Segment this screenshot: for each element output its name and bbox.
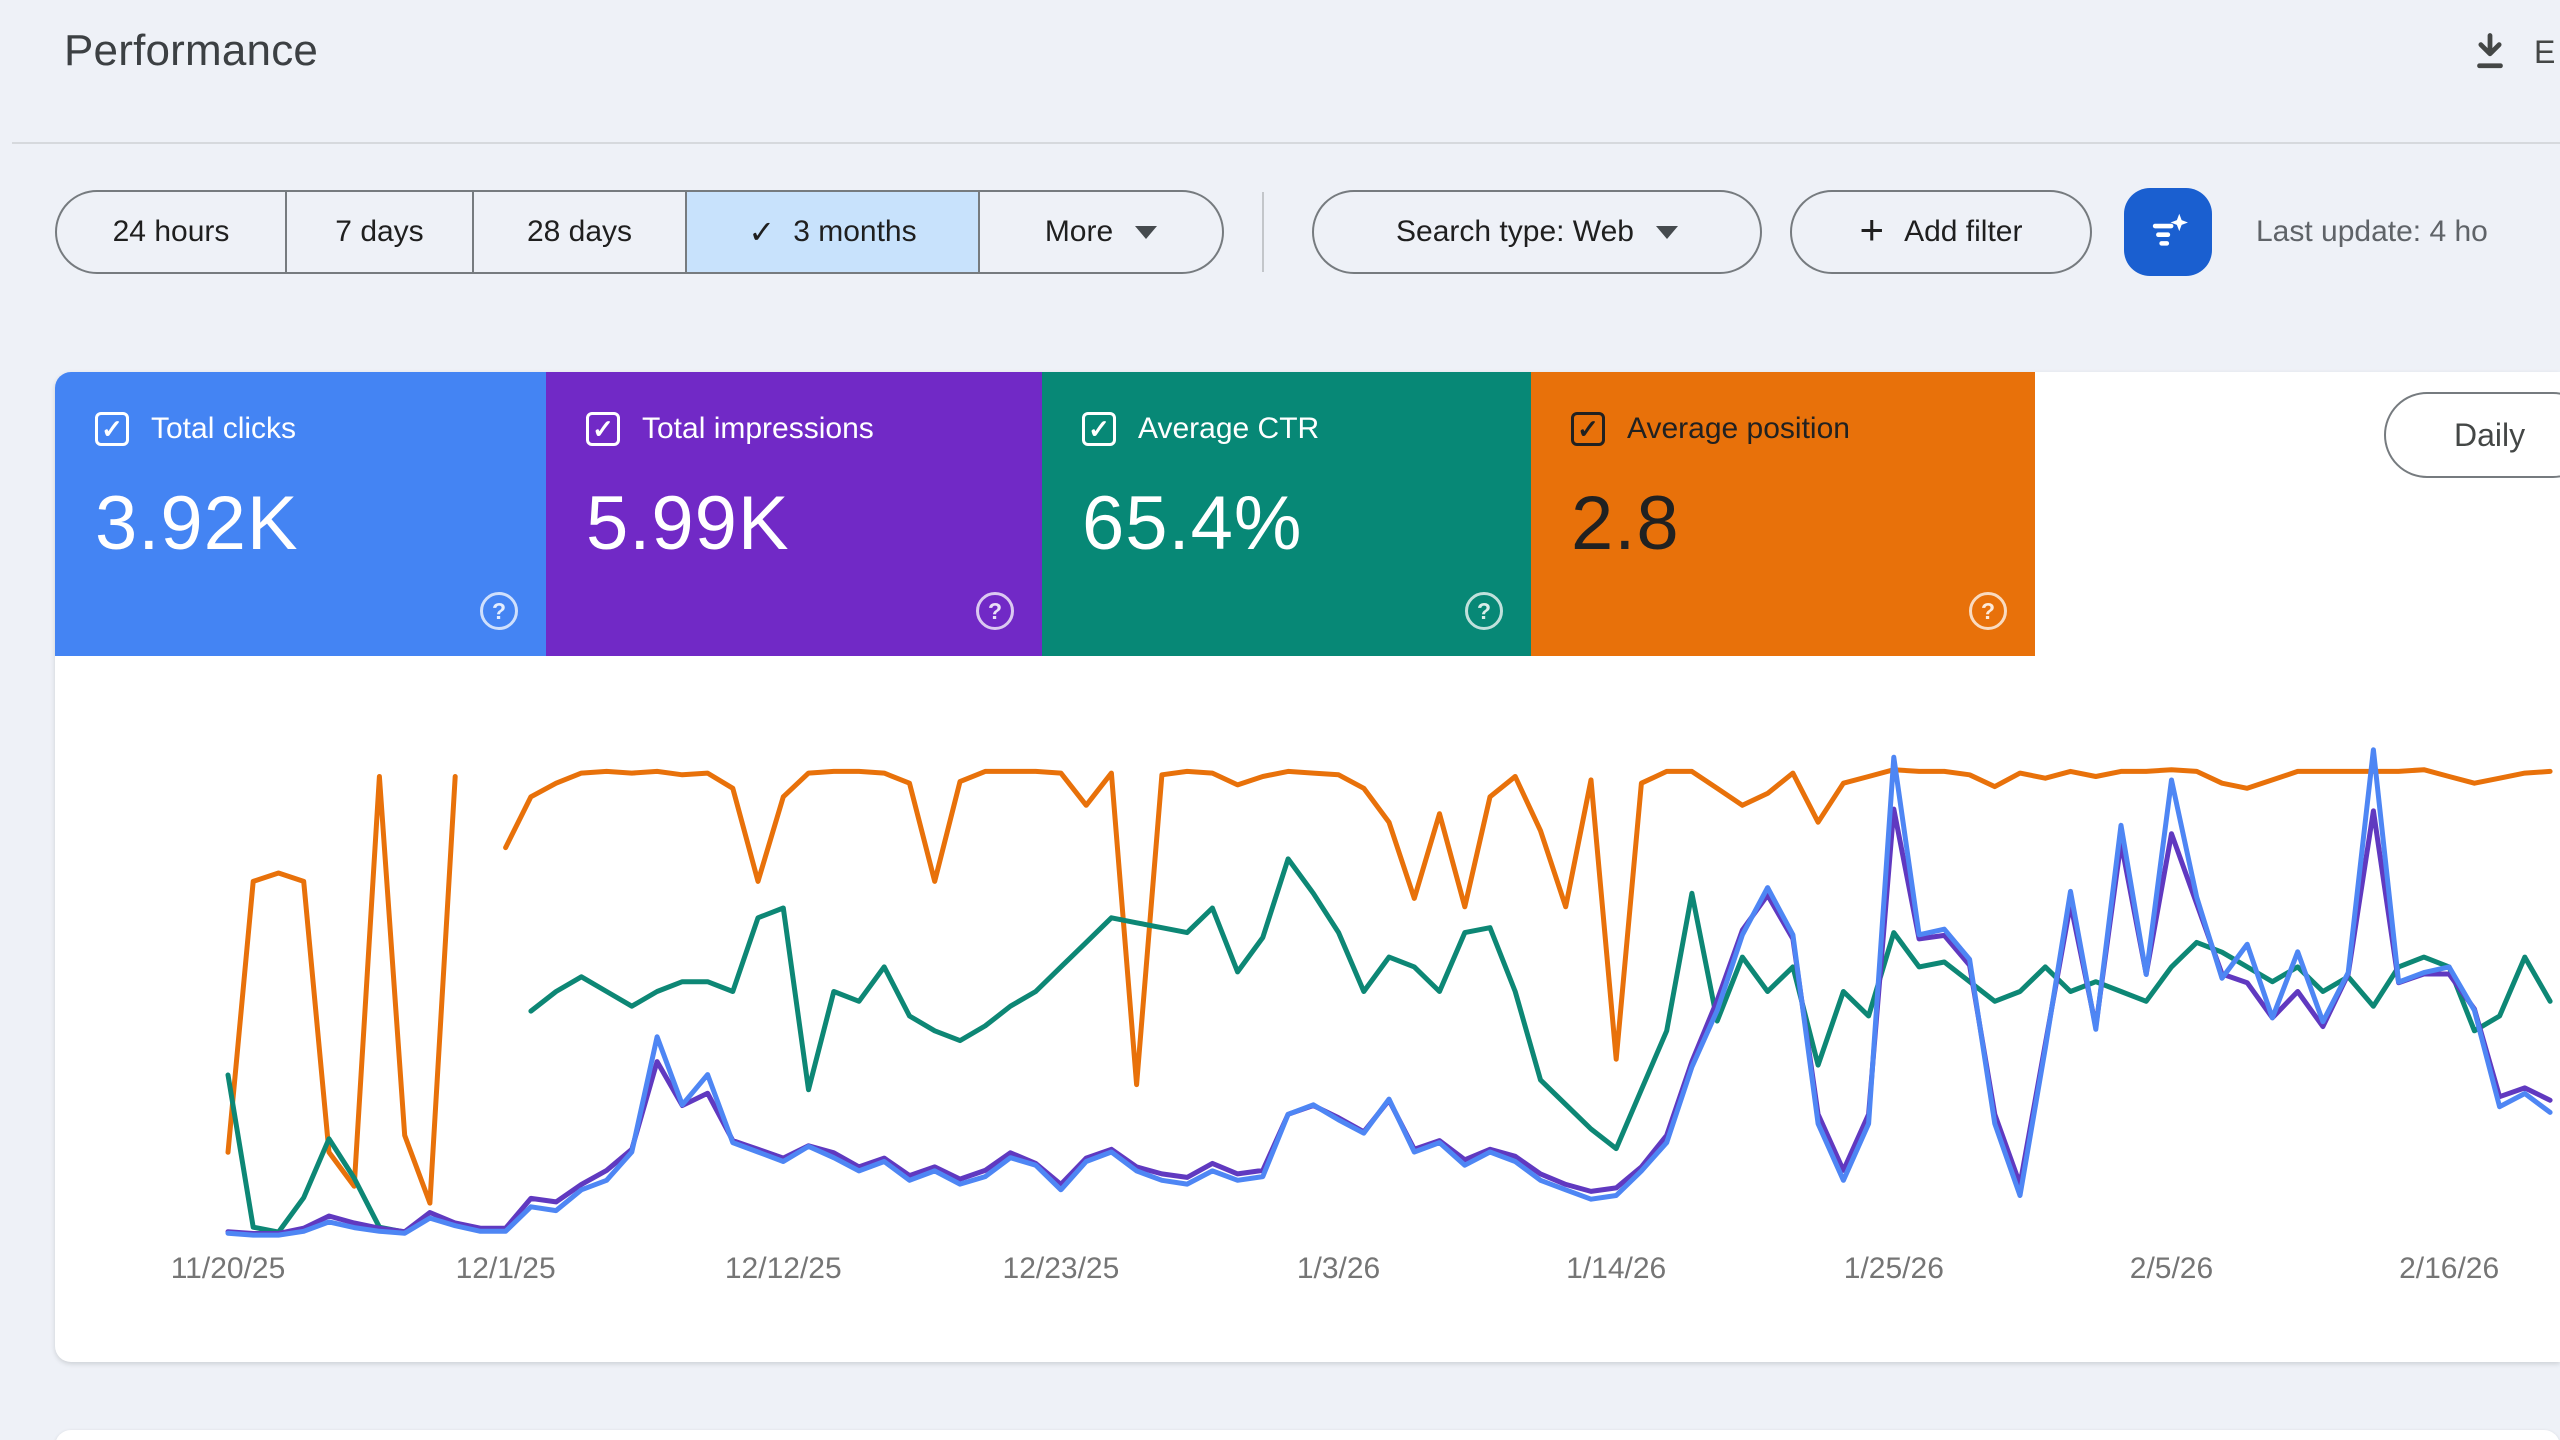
metric-label: Average position (1627, 412, 1850, 445)
date-range-7-days[interactable]: 7 days (287, 192, 474, 272)
metric-value: 5.99K (586, 481, 790, 566)
x-axis-label: 1/25/26 (1843, 1252, 1944, 1285)
x-axis-label: 12/1/25 (455, 1252, 556, 1285)
metric-value: 65.4% (1082, 481, 1303, 566)
date-range-label: 3 months (793, 215, 917, 248)
series-line-average-position (225, 774, 458, 1206)
date-range-label: 24 hours (112, 215, 230, 248)
x-axis-label: 12/12/25 (724, 1252, 842, 1285)
toolbar-separator (1262, 192, 1264, 272)
granularity-dropdown[interactable]: Daily (2384, 392, 2560, 478)
question-glyph: ? (491, 597, 507, 624)
series-line-average-ctr (225, 1072, 408, 1235)
chevron-down-icon (1655, 225, 1678, 239)
question-glyph: ? (1980, 597, 1996, 624)
series-line-total-impressions (225, 806, 2553, 1236)
filter-sparkle-icon (2152, 213, 2188, 246)
granularity-label: Daily (2454, 416, 2526, 453)
x-axis-label: 1/14/26 (1566, 1252, 1667, 1285)
question-glyph: ? (987, 597, 1003, 624)
check-icon: ✓ (1577, 413, 1599, 444)
help-icon[interactable]: ? (976, 592, 1014, 630)
question-glyph: ? (1476, 597, 1492, 624)
x-axis: 11/20/25 12/1/25 12/12/25 12/23/25 1/3/26 1/1… (55, 1252, 2560, 1292)
download-icon (2477, 33, 2503, 69)
x-axis-label: 11/20/25 (170, 1252, 286, 1285)
ai-filter-button[interactable] (2124, 188, 2212, 276)
search-type-dropdown[interactable]: Search type: Web (1312, 190, 1762, 274)
x-axis-label: 2/16/26 (2399, 1252, 2500, 1285)
last-update-text: Last update: 4 ho (2256, 215, 2488, 248)
date-range-3-months[interactable]: ✓ 3 months (687, 192, 980, 272)
add-filter-button[interactable]: + Add filter (1790, 190, 2092, 274)
checkbox-average-ctr[interactable]: ✓ (1082, 412, 1116, 446)
metric-label: Average CTR (1138, 412, 1320, 445)
check-icon: ✓ (592, 413, 614, 444)
metric-card-total-impressions[interactable]: ✓ Total impressions 5.99K ? (546, 372, 1042, 656)
series-line-average-ctr (528, 856, 2553, 1152)
metric-card-total-clicks[interactable]: ✓ Total clicks 3.92K ? (55, 372, 546, 656)
export-button[interactable]: E (2468, 22, 2560, 82)
performance-chart[interactable] (55, 640, 2560, 1350)
page-title: Performance (64, 26, 319, 75)
filter-toolbar: 24 hours 7 days 28 days ✓ 3 months More … (0, 188, 2560, 276)
help-icon[interactable]: ? (1465, 592, 1503, 630)
next-section-card (55, 1430, 2560, 1440)
checkbox-average-position[interactable]: ✓ (1571, 412, 1605, 446)
date-range-label: 7 days (335, 215, 424, 248)
help-icon[interactable]: ? (1969, 592, 2007, 630)
metric-label: Total clicks (151, 412, 297, 445)
more-label: More (1044, 215, 1114, 248)
checkbox-total-impressions[interactable]: ✓ (586, 412, 620, 446)
help-icon[interactable]: ? (480, 592, 518, 630)
x-axis-label: 2/5/26 (2129, 1252, 2214, 1285)
performance-panel: ✓ Total clicks 3.92K ? ✓ Total impressio… (55, 372, 2560, 1362)
check-icon: ✓ (748, 214, 776, 250)
metric-value: 3.92K (95, 481, 299, 566)
date-range-24-hours[interactable]: 24 hours (57, 192, 287, 272)
date-range-28-days[interactable]: 28 days (474, 192, 687, 272)
date-range-group: 24 hours 7 days 28 days ✓ 3 months More (55, 190, 1224, 274)
search-type-label: Search type: Web (1396, 215, 1634, 248)
metric-card-average-ctr[interactable]: ✓ Average CTR 65.4% ? (1042, 372, 1531, 656)
x-axis-label: 1/3/26 (1296, 1252, 1381, 1285)
more-date-ranges-button[interactable]: More (980, 192, 1222, 272)
metric-cards: ✓ Total clicks 3.92K ? ✓ Total impressio… (55, 372, 2035, 656)
header-divider (12, 142, 2560, 144)
export-label: E (2534, 33, 2557, 70)
metric-value: 2.8 (1571, 481, 1680, 566)
metric-label: Total impressions (642, 412, 874, 445)
date-range-label: 28 days (526, 215, 633, 248)
chevron-down-icon (1135, 225, 1158, 239)
check-icon: ✓ (101, 413, 123, 444)
check-icon: ✓ (1088, 413, 1110, 444)
checkbox-total-clicks[interactable]: ✓ (95, 412, 129, 446)
add-filter-label: Add filter (1904, 215, 2023, 248)
metric-card-average-position[interactable]: ✓ Average position 2.8 ? (1531, 372, 2035, 656)
x-axis-label: 12/23/25 (1002, 1252, 1120, 1285)
